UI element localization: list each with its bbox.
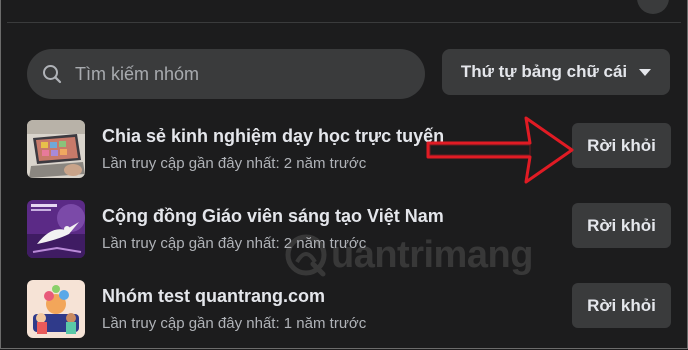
group-thumbnail[interactable] (27, 120, 85, 178)
leave-group-button[interactable]: Rời khỏi (572, 283, 671, 328)
group-item[interactable]: Cộng đồng Giáo viên sáng tạo Việt Nam Lầ… (27, 200, 671, 260)
groups-panel: Thứ tự bảng chữ cái Chia sẻ kinh nghiệm … (0, 0, 688, 349)
sort-label: Thứ tự bảng chữ cái (460, 62, 628, 81)
annotation-arrow-icon (426, 116, 574, 184)
top-divider (7, 22, 681, 23)
search-icon (41, 63, 63, 85)
group-name[interactable]: Chia sẻ kinh nghiệm dạy học trực tuyến (102, 126, 444, 147)
group-search-box[interactable] (27, 49, 425, 99)
profile-avatar[interactable] (637, 0, 669, 14)
group-name[interactable]: Nhóm test quantrang.com (102, 286, 325, 307)
leave-group-button[interactable]: Rời khỏi (572, 203, 671, 248)
group-item[interactable]: Nhóm test quantrang.com Lần truy cập gần… (27, 280, 671, 340)
sort-dropdown[interactable]: Thứ tự bảng chữ cái (442, 49, 670, 95)
search-input[interactable] (73, 62, 397, 86)
group-last-visit: Lần truy cập gần đây nhất: 1 năm trước (102, 315, 367, 332)
caret-down-icon (639, 68, 652, 76)
group-last-visit: Lần truy cập gần đây nhất: 2 năm trước (102, 155, 367, 172)
group-thumbnail[interactable] (27, 280, 85, 338)
group-thumbnail[interactable] (27, 200, 85, 258)
leave-group-button[interactable]: Rời khỏi (572, 123, 671, 168)
group-last-visit: Lần truy cập gần đây nhất: 2 năm trước (102, 235, 367, 252)
group-name[interactable]: Cộng đồng Giáo viên sáng tạo Việt Nam (102, 206, 444, 227)
